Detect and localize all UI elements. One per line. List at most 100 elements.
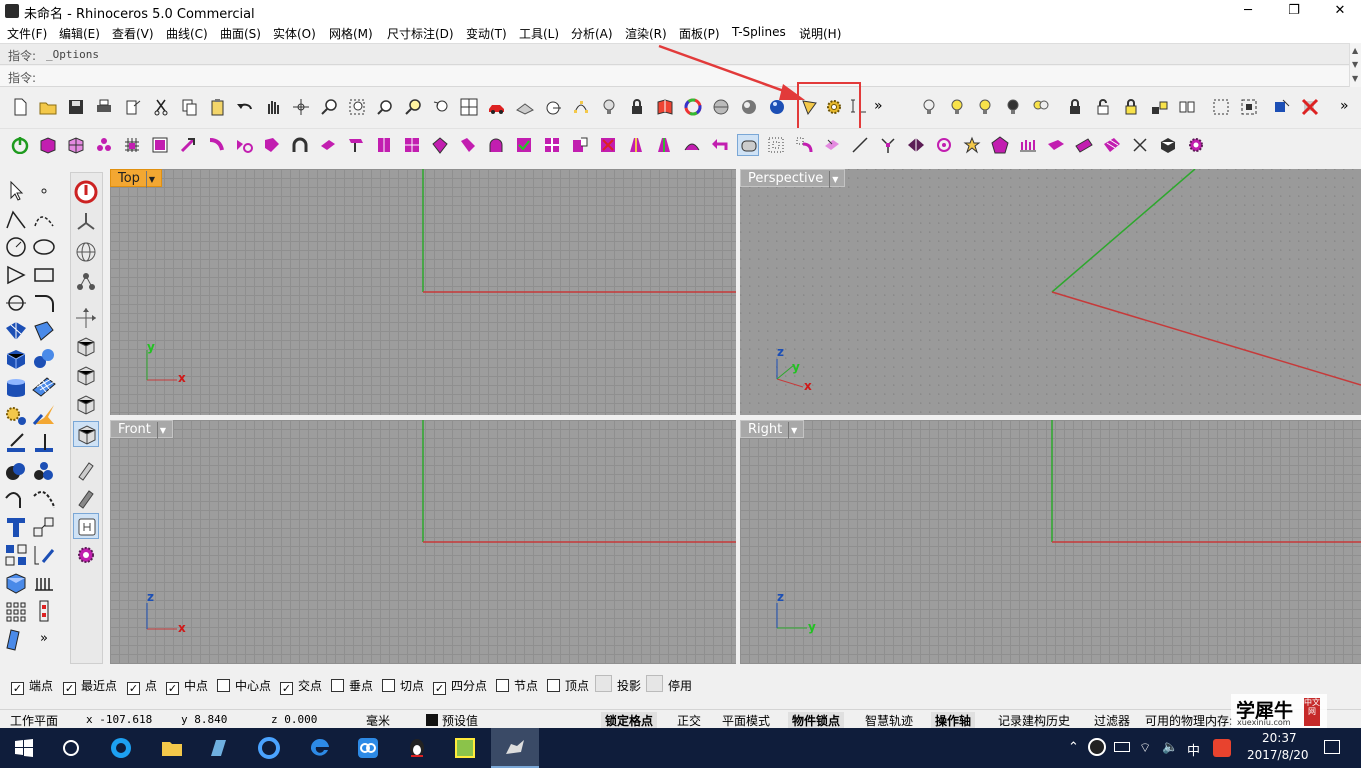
surface-tool-button[interactable] — [3, 318, 29, 344]
toolbar-overflow2-button[interactable]: » — [1340, 96, 1361, 118]
status-cplane[interactable]: 工作平面 — [10, 712, 58, 729]
menu-surface[interactable]: 曲面(S) — [220, 25, 261, 42]
ime-indicator[interactable]: 中 — [1187, 740, 1200, 759]
copy-button[interactable] — [178, 96, 200, 118]
start-button[interactable] — [12, 736, 36, 760]
checkbox-icon[interactable] — [646, 675, 663, 692]
menu-file[interactable]: 文件(F) — [7, 25, 47, 42]
minimize-button[interactable]: ─ — [1225, 0, 1271, 22]
status-gumball[interactable]: 操作轴 — [931, 712, 976, 729]
checkbox-icon[interactable] — [217, 679, 230, 692]
ts-append-button[interactable] — [373, 134, 395, 156]
polygon-tool-button[interactable] — [3, 262, 29, 288]
undo-button[interactable] — [234, 96, 256, 118]
clock-time[interactable]: 20:37 — [1262, 731, 1297, 745]
ts-weld-button[interactable] — [485, 134, 507, 156]
ts-undo-button[interactable] — [709, 134, 731, 156]
toolbar-overflow-button[interactable]: » — [874, 96, 896, 118]
viewport-top[interactable]: Top ▼ x y — [110, 169, 736, 415]
volume-icon[interactable]: 🔈 — [1162, 740, 1178, 755]
zoom-window-button[interactable] — [346, 96, 368, 118]
ts-split-tool-button[interactable] — [1129, 134, 1151, 156]
status-filter[interactable]: 过滤器 — [1094, 712, 1130, 729]
ts-delete-button[interactable] — [429, 134, 451, 156]
ts-sheet-button[interactable] — [1073, 134, 1095, 156]
notification-icon[interactable] — [1324, 740, 1340, 754]
ts-loft-button[interactable] — [233, 134, 255, 156]
status-smarttrack[interactable]: 智慧轨迹 — [865, 712, 913, 729]
grid-snap-tool-button[interactable] — [542, 96, 564, 118]
pan-button[interactable] — [262, 96, 284, 118]
print-button[interactable] — [93, 96, 115, 118]
ts-nodes-button[interactable] — [73, 269, 99, 295]
select-tool-button[interactable] — [3, 178, 29, 204]
array-tool-button[interactable] — [3, 542, 29, 568]
osnap-point[interactable]: ✓ 点 — [127, 677, 157, 695]
four-viewports-button[interactable] — [458, 96, 480, 118]
checkbox-icon[interactable] — [382, 679, 395, 692]
ts-manip-button[interactable] — [73, 209, 99, 235]
ts-hotkey-button[interactable] — [73, 513, 99, 539]
tray-expand-icon[interactable]: ⌃ — [1068, 740, 1079, 755]
osnap-quad[interactable]: ✓ 四分点 — [433, 677, 487, 695]
viewport-right[interactable]: Right ▼ y z — [740, 420, 1361, 664]
checkbox-icon[interactable] — [547, 679, 560, 692]
transform-tool-button[interactable] — [31, 514, 57, 540]
ts-crease-button[interactable] — [457, 134, 479, 156]
ts-extrude-button[interactable] — [93, 134, 115, 156]
point-tool-button[interactable] — [31, 178, 57, 204]
menu-analyze[interactable]: 分析(A) — [571, 25, 613, 42]
ts-cage2-button[interactable] — [73, 363, 99, 389]
extrude-tool-button[interactable] — [31, 318, 57, 344]
ts-box-mode-button[interactable] — [765, 134, 787, 156]
ts-arch-button[interactable] — [289, 134, 311, 156]
box-tool-button[interactable] — [3, 346, 29, 372]
ts-patch-button[interactable] — [261, 134, 283, 156]
menu-view[interactable]: 查看(V) — [112, 25, 154, 42]
status-ortho[interactable]: 正交 — [677, 712, 701, 729]
ts-globe-button[interactable] — [73, 239, 99, 265]
taskbar-app-notes[interactable] — [206, 736, 230, 760]
scroll-down-icon[interactable]: ▼ — [1352, 74, 1358, 83]
osnap-vertex[interactable]: 顶点 — [547, 677, 589, 693]
grid-tool-button[interactable] — [31, 570, 57, 596]
ts-edge-button[interactable] — [793, 134, 815, 156]
battery-icon[interactable] — [1114, 742, 1130, 752]
select-all-button[interactable] — [1238, 96, 1260, 118]
hide-button[interactable] — [1002, 96, 1024, 118]
osnap-near[interactable]: ✓ 最近点 — [63, 677, 117, 695]
osnap-end[interactable]: ✓ 端点 — [11, 677, 53, 695]
status-osnap[interactable]: 物件锁点 — [788, 712, 845, 729]
checkbox-icon[interactable]: ✓ — [433, 682, 446, 695]
blend-tool-button[interactable] — [31, 486, 57, 512]
explode-tool-button[interactable] — [31, 402, 57, 428]
menu-curve[interactable]: 曲线(C) — [166, 25, 208, 42]
lock-objects-button[interactable] — [1064, 96, 1086, 118]
status-layer[interactable]: 预设值 — [442, 712, 478, 729]
zoom-dynamic-button[interactable] — [318, 96, 340, 118]
checkbox-icon[interactable] — [595, 675, 612, 692]
select-points-button[interactable] — [1210, 96, 1232, 118]
ts-power-button[interactable] — [73, 179, 99, 205]
plane-button[interactable] — [514, 96, 536, 118]
taskbar-app-qq[interactable] — [405, 736, 429, 760]
menu-transform[interactable]: 变动(T) — [466, 25, 507, 42]
tsplines-toggle-button[interactable] — [9, 134, 31, 156]
unlock-selected-button[interactable] — [1120, 96, 1142, 118]
new-file-button[interactable] — [9, 96, 31, 118]
light-button[interactable] — [598, 96, 620, 118]
ts-bridge2-button[interactable] — [513, 134, 535, 156]
split-tool-button[interactable] — [3, 430, 29, 456]
ts-options-button[interactable] — [1185, 134, 1207, 156]
offset-tool-button[interactable] — [3, 290, 29, 316]
search-button[interactable] — [59, 736, 83, 760]
sphere-tool-button[interactable] — [31, 346, 57, 372]
tray-qq-icon[interactable] — [1088, 738, 1106, 756]
taskbar-app-edge[interactable] — [308, 736, 332, 760]
ts-pentagon-button[interactable] — [989, 134, 1011, 156]
ts-convert-button[interactable] — [1157, 134, 1179, 156]
taskbar-app-rhino[interactable] — [491, 728, 539, 768]
ellipse-tool-button[interactable] — [31, 234, 57, 260]
status-grid-snap[interactable]: 锁定格点 — [601, 712, 658, 729]
viewport-front[interactable]: Front ▼ x z — [110, 420, 736, 664]
